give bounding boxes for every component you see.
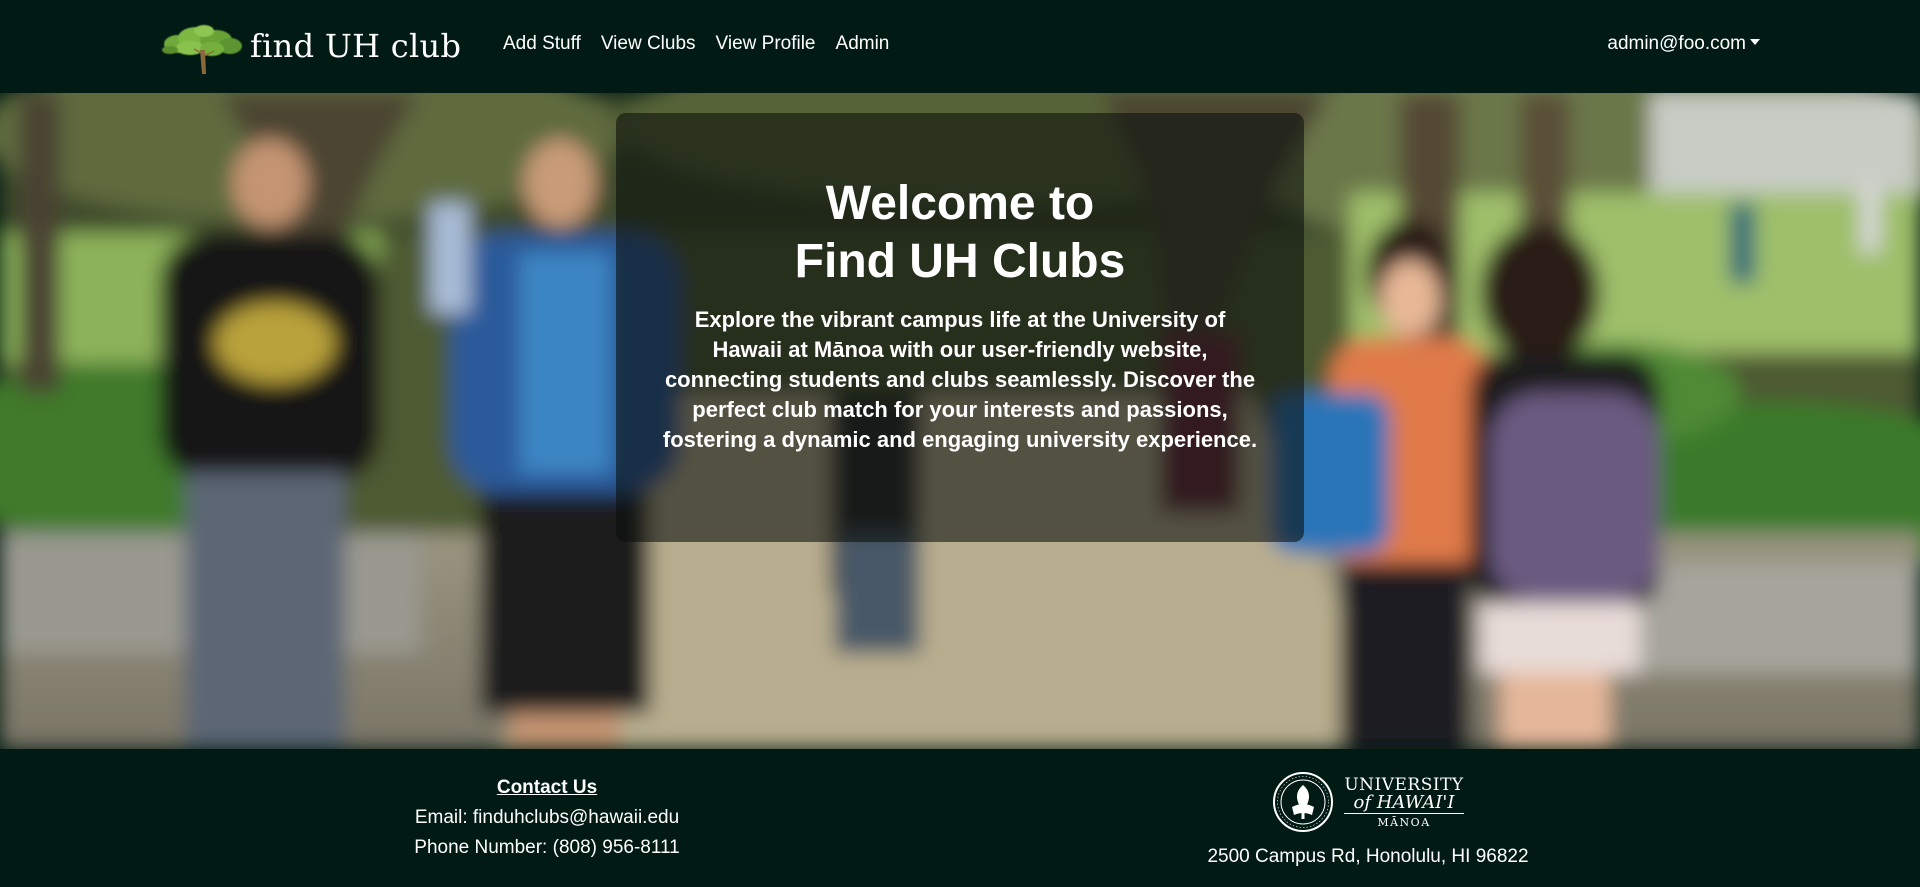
navbar: find UH club Add Stuff View Clubs View P… [0,0,1920,93]
welcome-title: Welcome to Find UH Clubs [794,177,1126,288]
uh-seal-icon [1273,772,1334,832]
brand-name: find UH club [250,27,462,65]
user-email: admin@foo.com [1607,33,1746,54]
uh-wordmark-line1: UNIVERSITY [1344,774,1464,795]
uh-wordmark: UNIVERSITY of HAWAI'I MĀNOA [1344,774,1464,829]
brand-link[interactable]: find UH club [156,16,461,76]
hero: Welcome to Find UH Clubs Explore the vib… [0,93,1920,749]
nav-admin[interactable]: Admin [836,33,890,55]
caret-down-icon [1750,39,1760,45]
address: 2500 Campus Rd, Honolulu, HI 96822 [1207,846,1529,867]
contact-email: Email: finduhclubs@hawaii.edu [414,807,680,828]
nav-view-clubs[interactable]: View Clubs [601,33,696,55]
footer: Contact Us Email: finduhclubs@hawaii.edu… [0,749,1920,887]
nav-view-profile[interactable]: View Profile [716,33,816,55]
uh-wordmark-line2: of HAWAI'I [1344,793,1464,814]
contact-heading: Contact Us [496,777,598,798]
contact-section: Contact Us Email: finduhclubs@hawaii.edu… [347,773,747,863]
nav-add-stuff[interactable]: Add Stuff [503,33,581,55]
user-dropdown[interactable]: admin@foo.com [1607,33,1760,55]
uh-section: UNIVERSITY of HAWAI'I MĀNOA 2500 Campus … [1168,770,1568,868]
nav-links: Add Stuff View Clubs View Profile Admin [503,33,889,55]
uh-logo: UNIVERSITY of HAWAI'I MĀNOA [1168,770,1568,834]
contact-phone: Phone Number: (808) 956-8111 [414,837,680,858]
welcome-description: Explore the vibrant campus life at the U… [662,307,1258,452]
uh-wordmark-line3: MĀNOA [1377,815,1431,829]
tree-logo-icon [162,25,242,74]
welcome-card: Welcome to Find UH Clubs Explore the vib… [616,113,1304,542]
